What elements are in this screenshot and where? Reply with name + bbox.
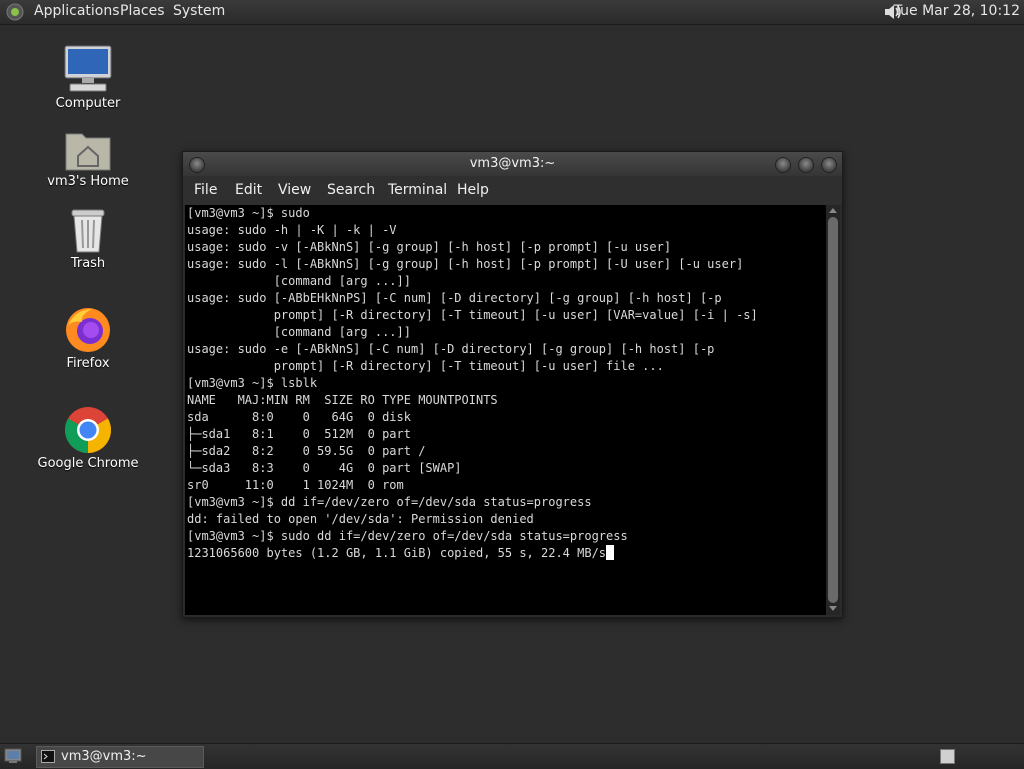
scroll-down-arrow-icon[interactable] xyxy=(829,606,837,611)
terminal-window: vm3@vm3:~ File Edit View Search Terminal… xyxy=(182,151,843,618)
terminal-menubar: File Edit View Search Terminal Help xyxy=(183,176,842,205)
menu-search[interactable]: Search xyxy=(327,182,375,198)
terminal-icon xyxy=(41,750,55,763)
desktop-icon-label: Firefox xyxy=(66,356,110,371)
top-panel: Applications Places System Tue Mar 28, 1… xyxy=(0,0,1024,25)
firefox-icon xyxy=(66,308,110,352)
close-button[interactable] xyxy=(821,157,837,173)
terminal-line: [command [arg ...]] xyxy=(187,274,411,288)
window-title: vm3@vm3:~ xyxy=(469,156,556,171)
computer-icon xyxy=(64,45,112,92)
home-folder-icon xyxy=(65,133,111,171)
places-menu[interactable]: Places xyxy=(120,3,165,19)
terminal-line: usage: sudo -v [-ABkNnS] [-g group] [-h … xyxy=(187,240,672,254)
window-titlebar[interactable]: vm3@vm3:~ xyxy=(183,152,842,176)
terminal-output[interactable]: [vm3@vm3 ~]$ sudo usage: sudo -h | -K | … xyxy=(185,205,826,615)
terminal-line: prompt] [-R directory] [-T timeout] [-u … xyxy=(187,308,758,322)
clock[interactable]: Tue Mar 28, 10:12 xyxy=(894,3,1020,19)
terminal-line: [vm3@vm3 ~]$ sudo xyxy=(187,206,310,220)
desktop-icon-home[interactable]: vm3's Home xyxy=(33,128,143,189)
terminal-text: [vm3@vm3 ~]$ sudo usage: sudo -h | -K | … xyxy=(187,205,758,562)
menu-help[interactable]: Help xyxy=(457,182,489,198)
terminal-line: [vm3@vm3 ~]$ lsblk xyxy=(187,376,318,390)
desktop-icon-label: Trash xyxy=(70,256,106,271)
taskbar-button-label: vm3@vm3:~ xyxy=(61,749,147,764)
gnome-foot-icon[interactable] xyxy=(6,3,24,21)
terminal-line: [vm3@vm3 ~]$ sudo dd if=/dev/zero of=/de… xyxy=(187,529,628,543)
scroll-up-arrow-icon[interactable] xyxy=(829,208,837,213)
terminal-line: ├─sda2 8:2 0 59.5G 0 part / xyxy=(187,444,426,458)
applications-menu[interactable]: Applications xyxy=(34,3,120,19)
menu-edit[interactable]: Edit xyxy=(235,182,262,198)
terminal-line: sda 8:0 0 64G 0 disk xyxy=(187,410,411,424)
terminal-line: ├─sda1 8:1 0 512M 0 part xyxy=(187,427,411,441)
workspace-switcher[interactable] xyxy=(940,749,955,764)
system-menu[interactable]: System xyxy=(173,3,225,19)
terminal-line: dd: failed to open '/dev/sda': Permissio… xyxy=(187,512,534,526)
desktop-icon-trash[interactable]: Trash xyxy=(33,208,143,271)
terminal-line: usage: sudo -h | -K | -k | -V xyxy=(187,223,397,237)
desktop-icon-label: Google Chrome xyxy=(37,456,139,471)
maximize-button[interactable] xyxy=(798,157,814,173)
trash-icon xyxy=(71,209,105,253)
desktop-icon-label: Computer xyxy=(55,96,121,111)
window-menu-button[interactable] xyxy=(189,157,205,173)
chrome-icon xyxy=(65,407,111,453)
terminal-line: └─sda3 8:3 0 4G 0 part [SWAP] xyxy=(187,461,462,475)
text-cursor xyxy=(606,545,615,560)
terminal-line: usage: sudo -e [-ABkNnS] [-C num] [-D di… xyxy=(187,342,715,356)
desktop-icon-chrome[interactable]: Google Chrome xyxy=(33,406,143,471)
minimize-button[interactable] xyxy=(775,157,791,173)
menu-terminal[interactable]: Terminal xyxy=(388,182,447,198)
terminal-line: NAME MAJ:MIN RM SIZE RO TYPE MOUNTPOINTS xyxy=(187,393,498,407)
desktop-icon-firefox[interactable]: Firefox xyxy=(33,306,143,371)
terminal-line: usage: sudo -l [-ABkNnS] [-g group] [-h … xyxy=(187,257,744,271)
terminal-line: prompt] [-R directory] [-T timeout] [-u … xyxy=(187,359,664,373)
show-desktop-icon[interactable] xyxy=(4,748,22,764)
terminal-scrollbar[interactable] xyxy=(826,205,840,615)
terminal-line: 1231065600 bytes (1.2 GB, 1.1 GiB) copie… xyxy=(187,546,607,560)
terminal-line: sr0 11:0 1 1024M 0 rom xyxy=(187,478,404,492)
terminal-line: usage: sudo [-ABbEHkNnPS] [-C num] [-D d… xyxy=(187,291,722,305)
menu-view[interactable]: View xyxy=(278,182,311,198)
terminal-line: [vm3@vm3 ~]$ dd if=/dev/zero of=/dev/sda… xyxy=(187,495,592,509)
terminal-line: [command [arg ...]] xyxy=(187,325,411,339)
taskbar-window-button[interactable]: vm3@vm3:~ xyxy=(36,746,204,768)
menu-file[interactable]: File xyxy=(194,182,217,198)
scrollbar-thumb[interactable] xyxy=(828,217,838,603)
desktop-icon-computer[interactable]: Computer xyxy=(33,44,143,111)
desktop-icon-label: vm3's Home xyxy=(47,174,129,189)
bottom-panel: vm3@vm3:~ xyxy=(0,743,1024,769)
